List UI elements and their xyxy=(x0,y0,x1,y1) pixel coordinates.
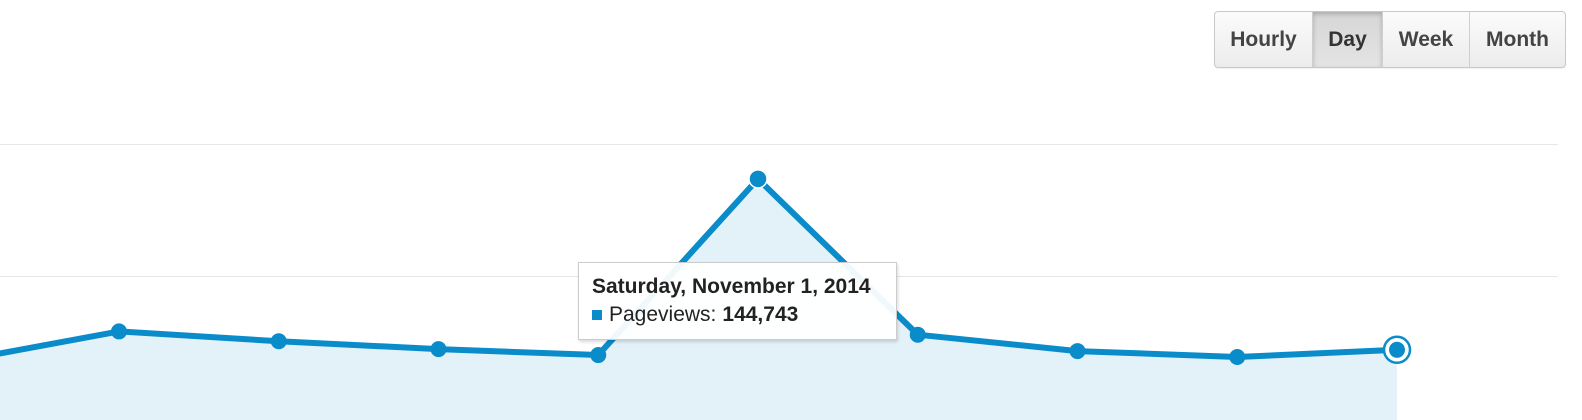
range-selector: Hourly Day Week Month xyxy=(1214,11,1566,68)
tooltip-series-row: Pageviews: 144,743 xyxy=(592,302,896,328)
tooltip-series-name: Pageviews: xyxy=(609,303,717,326)
data-point xyxy=(1229,349,1246,365)
hourly-button[interactable]: Hourly xyxy=(1215,12,1313,67)
data-point xyxy=(1069,343,1086,360)
data-point xyxy=(270,333,287,350)
series-swatch-icon xyxy=(592,310,602,320)
chart-tooltip: Saturday, November 1, 2014 Pageviews: 14… xyxy=(578,262,897,340)
month-button[interactable]: Month xyxy=(1470,12,1565,67)
highlighted-point xyxy=(748,169,768,189)
data-point xyxy=(430,341,447,358)
pageviews-chart-panel: Hourly Day Week Month Saturday, November… xyxy=(0,0,1582,420)
week-button[interactable]: Week xyxy=(1383,12,1470,67)
data-point xyxy=(111,323,127,340)
day-button[interactable]: Day xyxy=(1313,12,1383,67)
selected-point xyxy=(1389,341,1405,358)
data-point xyxy=(590,347,607,364)
tooltip-date: Saturday, November 1, 2014 xyxy=(592,275,871,298)
data-point xyxy=(909,326,926,343)
tooltip-value: 144,743 xyxy=(722,303,799,326)
